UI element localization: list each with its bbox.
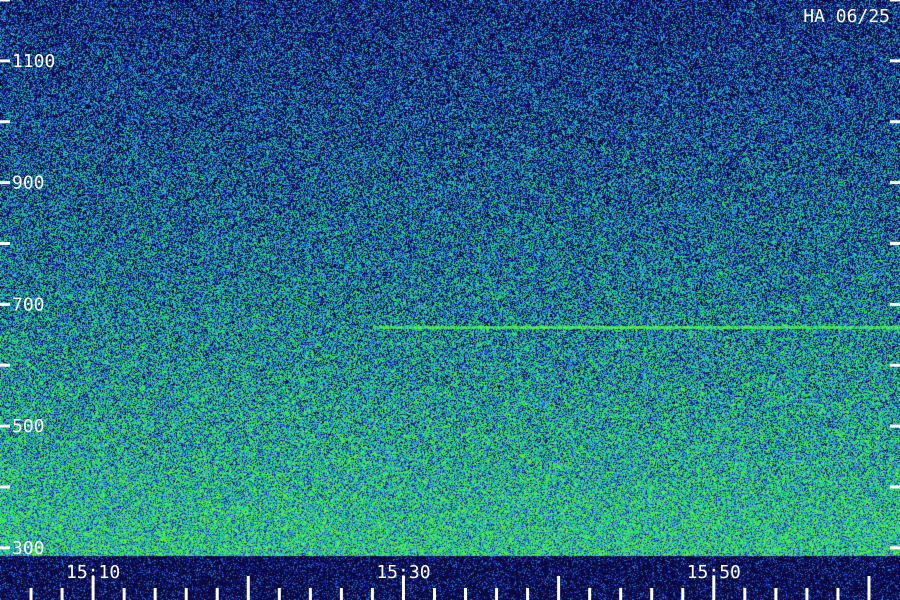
y-tick-label-500: 500 [12, 416, 45, 437]
x-tick-label-0: 15:10 [66, 562, 120, 583]
x-axis-labels: 15:10 15:30 15:50 [66, 562, 741, 583]
y-axis-ticks-right [890, 0, 900, 550]
y-tick-label-300: 300 [12, 538, 45, 559]
y-tick-label-900: 900 [12, 173, 45, 194]
y-axis-labels: 1100 900 700 500 300 [12, 51, 55, 559]
y-tick-label-1100: 1100 [12, 51, 55, 72]
x-tick-label-2: 15:50 [687, 562, 741, 583]
y-tick-label-700: 700 [12, 294, 45, 315]
chart-overlay: 1100 900 700 500 300 15:10 15:30 15:50 HA 06/2… [0, 0, 900, 600]
x-tick-label-1: 15:30 [376, 562, 430, 583]
x-axis-ticks [29, 576, 871, 600]
chart-title: HA 06/25 [803, 6, 890, 27]
y-axis-ticks-left [0, 0, 10, 550]
